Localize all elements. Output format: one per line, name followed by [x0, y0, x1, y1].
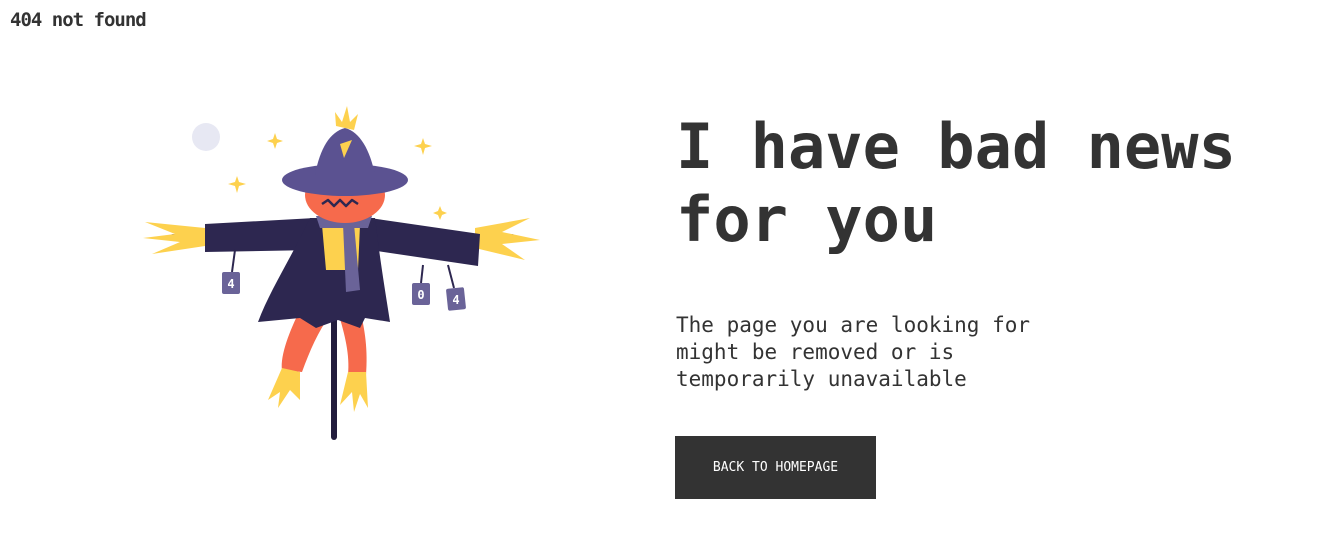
tag-label: 4 [227, 277, 234, 291]
back-to-homepage-button[interactable]: BACK TO HOMEPAGE [675, 436, 876, 499]
hat-straw [335, 106, 358, 130]
error-headline: I have bad news for you [676, 110, 1236, 256]
error-description: The page you are looking for might be re… [676, 313, 1031, 391]
page-title: 404 not found [10, 9, 147, 31]
tag-label: 4 [452, 293, 459, 307]
tag-label: 0 [417, 288, 424, 302]
moon-icon [192, 123, 220, 151]
error-content: I have bad news for you The page you are… [676, 110, 1296, 393]
scarecrow-illustration: 4 0 4 [140, 100, 550, 445]
